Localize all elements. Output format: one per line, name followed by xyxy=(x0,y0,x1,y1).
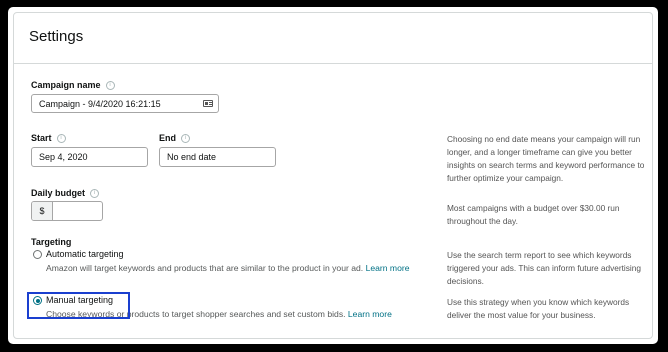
automatic-targeting-desc-text: Amazon will target keywords and products… xyxy=(46,263,364,273)
info-icon[interactable]: i xyxy=(105,81,115,91)
settings-header: Settings xyxy=(14,13,652,64)
campaign-name-input[interactable]: Campaign - 9/4/2020 16:21:15 xyxy=(31,94,219,113)
campaign-name-label: Campaign name i xyxy=(31,80,115,91)
end-date-value: No end date xyxy=(167,152,217,162)
learn-more-link[interactable]: Learn more xyxy=(366,263,410,273)
selection-highlight-box xyxy=(27,292,130,319)
daily-budget-hint: Most campaigns with a budget over $30.00… xyxy=(447,203,620,226)
end-date-input[interactable]: No end date xyxy=(159,147,276,167)
end-date-hint: Choosing no end date means your campaign… xyxy=(447,134,645,183)
info-icon[interactable]: i xyxy=(90,189,100,199)
page-title: Settings xyxy=(29,28,84,45)
currency-symbol: $ xyxy=(32,202,53,220)
automatic-targeting-desc: Amazon will target keywords and products… xyxy=(46,262,416,274)
settings-panel: Settings Campaign name i Campaign - 9/4/2… xyxy=(13,12,653,339)
targeting-label: Targeting xyxy=(31,237,72,247)
daily-budget-input[interactable]: $ xyxy=(31,201,103,221)
start-date-input[interactable]: Sep 4, 2020 xyxy=(31,147,148,167)
info-icon[interactable]: i xyxy=(181,134,190,144)
automatic-targeting-title[interactable]: Automatic targeting xyxy=(46,249,124,259)
end-label-text: End xyxy=(159,133,176,143)
start-label-text: Start xyxy=(31,133,52,143)
end-label: End i xyxy=(159,133,190,144)
campaign-name-label-text: Campaign name xyxy=(31,80,101,90)
daily-budget-label-text: Daily budget xyxy=(31,188,86,198)
window-frame: Settings Campaign name i Campaign - 9/4/2… xyxy=(8,7,658,344)
card-icon xyxy=(203,100,213,107)
automatic-targeting-radio[interactable] xyxy=(33,250,42,259)
learn-more-link[interactable]: Learn more xyxy=(348,309,392,319)
manual-targeting-hint: Use this strategy when you know which ke… xyxy=(447,297,630,320)
campaign-name-value: Campaign - 9/4/2020 16:21:15 xyxy=(39,98,161,109)
automatic-targeting-hint: Use the search term report to see which … xyxy=(447,250,641,286)
daily-budget-label: Daily budget i xyxy=(31,188,100,199)
start-date-value: Sep 4, 2020 xyxy=(39,152,88,162)
info-icon[interactable]: i xyxy=(56,134,66,144)
start-label: Start i xyxy=(31,133,66,144)
